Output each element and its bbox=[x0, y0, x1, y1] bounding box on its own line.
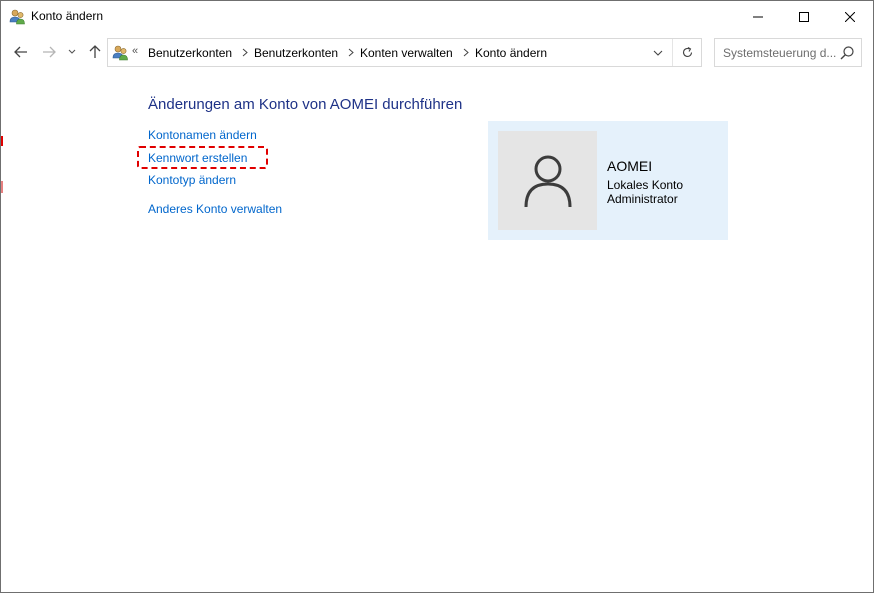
search-placeholder[interactable]: Systemsteuerung d... bbox=[723, 46, 839, 60]
up-arrow-icon bbox=[89, 45, 101, 58]
link-change-account-type[interactable]: Kontotyp ändern bbox=[148, 173, 236, 187]
maximize-button[interactable] bbox=[781, 1, 827, 32]
breadcrumb-benutzerkonten-1[interactable]: Benutzerkonten bbox=[148, 46, 232, 60]
minimize-icon bbox=[753, 16, 763, 17]
refresh-button[interactable] bbox=[672, 39, 702, 66]
address-dropdown-button[interactable] bbox=[646, 39, 670, 66]
breadcrumb-overflow[interactable]: « bbox=[132, 45, 138, 57]
title-bar: Konto ändern bbox=[1, 1, 873, 32]
chevron-down-icon bbox=[653, 50, 663, 56]
link-manage-other-account[interactable]: Anderes Konto verwalten bbox=[148, 202, 282, 216]
user-icon bbox=[524, 155, 571, 207]
window: Konto ändern « Benutzerkonten Benutzerko… bbox=[0, 0, 874, 593]
recent-locations-button[interactable] bbox=[64, 42, 80, 62]
up-button[interactable] bbox=[85, 42, 105, 62]
refresh-icon bbox=[682, 47, 693, 58]
back-arrow-icon bbox=[14, 46, 27, 58]
chevron-down-icon bbox=[68, 49, 76, 54]
forward-arrow-icon bbox=[43, 46, 56, 58]
breadcrumb-benutzerkonten-2[interactable]: Benutzerkonten bbox=[254, 46, 338, 60]
user-accounts-icon bbox=[112, 44, 129, 61]
breadcrumb-konto-aendern[interactable]: Konto ändern bbox=[475, 46, 547, 60]
edge-marker bbox=[1, 136, 3, 146]
user-accounts-icon bbox=[9, 8, 26, 25]
search-icon[interactable] bbox=[839, 45, 855, 61]
account-card: AOMEI Lokales Konto Administrator bbox=[488, 121, 728, 240]
breadcrumb-konten-verwalten[interactable]: Konten verwalten bbox=[360, 46, 453, 60]
page-heading: Änderungen am Konto von AOMEI durchführe… bbox=[148, 96, 463, 113]
forward-button[interactable] bbox=[39, 42, 59, 62]
chevron-right-icon[interactable] bbox=[240, 45, 250, 59]
back-button[interactable] bbox=[11, 42, 31, 62]
search-box[interactable]: Systemsteuerung d... bbox=[714, 38, 862, 67]
chevron-right-icon[interactable] bbox=[346, 45, 356, 59]
close-icon bbox=[845, 11, 855, 22]
account-type: Lokales Konto bbox=[607, 178, 684, 192]
navigation-bar: « Benutzerkonten Benutzerkonten Konten v… bbox=[1, 32, 873, 72]
account-name: AOMEI bbox=[607, 158, 653, 174]
edge-marker bbox=[1, 181, 3, 193]
link-create-password[interactable]: Kennwort erstellen bbox=[148, 151, 247, 165]
address-bar[interactable]: « Benutzerkonten Benutzerkonten Konten v… bbox=[107, 38, 702, 67]
close-button[interactable] bbox=[827, 1, 873, 32]
chevron-right-icon[interactable] bbox=[461, 45, 471, 59]
link-change-account-name[interactable]: Kontonamen ändern bbox=[148, 128, 257, 142]
minimize-button[interactable] bbox=[735, 1, 781, 32]
maximize-icon bbox=[799, 11, 809, 22]
avatar bbox=[498, 131, 597, 230]
window-title: Konto ändern bbox=[31, 9, 104, 23]
account-role: Administrator bbox=[607, 192, 678, 206]
